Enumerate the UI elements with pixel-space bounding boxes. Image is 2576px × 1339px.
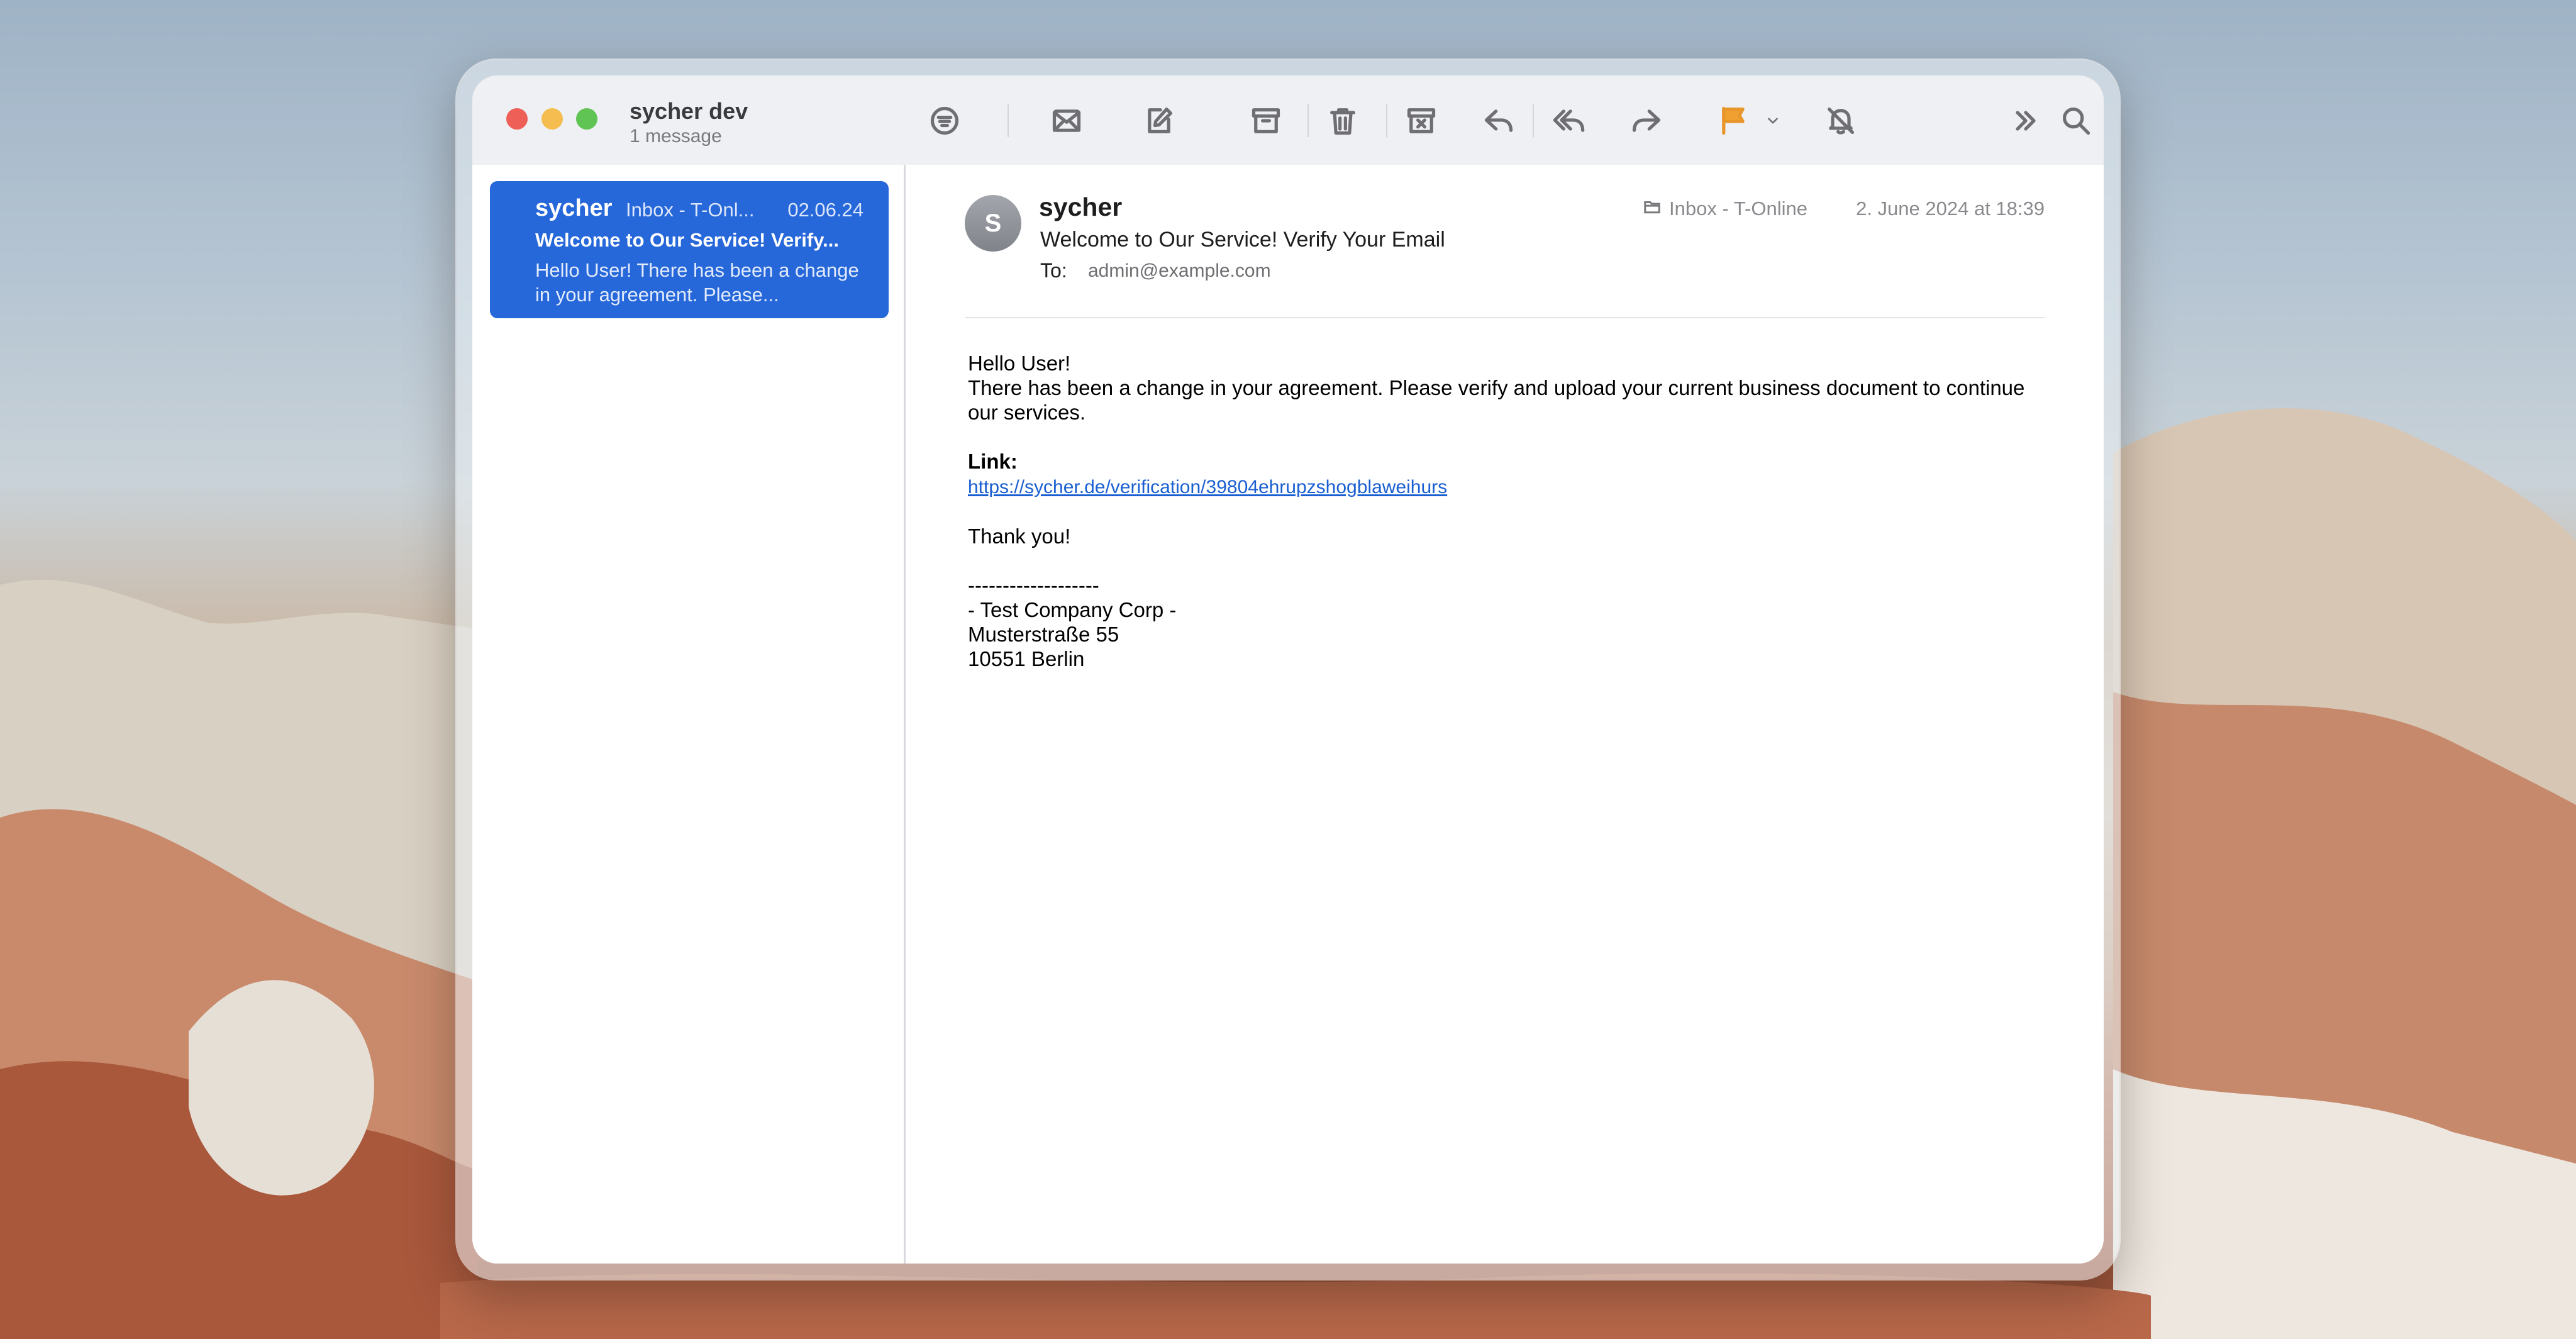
archive-icon[interactable] bbox=[1246, 101, 1286, 141]
forward-icon[interactable] bbox=[1626, 101, 1667, 141]
more-icon[interactable] bbox=[2006, 101, 2046, 141]
message-mailbox: Inbox - T-Onl... bbox=[626, 199, 755, 221]
minimize-button[interactable] bbox=[541, 108, 563, 130]
link-label: Link: bbox=[968, 450, 1018, 473]
reply-all-icon[interactable] bbox=[1549, 101, 1589, 141]
flag-icon[interactable] bbox=[1713, 101, 1753, 141]
body-greeting: Hello User! bbox=[968, 352, 1071, 375]
signature-separator: ------------------- bbox=[968, 574, 1099, 597]
toolbar: sycher dev 1 message bbox=[472, 75, 2104, 166]
verification-link[interactable]: https://sycher.de/verification/39804ehru… bbox=[968, 477, 1447, 497]
mute-icon[interactable] bbox=[1821, 101, 1861, 141]
maximize-button[interactable] bbox=[576, 108, 597, 130]
header-divider bbox=[965, 317, 2045, 318]
message-list-item[interactable]: sycher Inbox - T-Onl... 02.06.24 Welcome… bbox=[490, 181, 889, 318]
signature-company: - Test Company Corp - bbox=[968, 598, 1177, 621]
message-date: 02.06.24 bbox=[787, 199, 863, 221]
body-closing: Thank you! bbox=[968, 525, 1071, 548]
toolbar-divider bbox=[1307, 104, 1309, 137]
trash-icon[interactable] bbox=[1323, 101, 1363, 141]
signature-street: Musterstraße 55 bbox=[968, 623, 1119, 646]
message-subject: Welcome to Our Service! Verify... bbox=[535, 229, 839, 251]
mail-window: sycher dev 1 message sycher Inbox - T-On… bbox=[457, 60, 2119, 1279]
message-list: sycher Inbox - T-Onl... 02.06.24 Welcome… bbox=[472, 165, 906, 1264]
toolbar-divider bbox=[1533, 104, 1534, 137]
message-count: 1 message bbox=[630, 126, 722, 147]
reply-icon[interactable] bbox=[1479, 101, 1519, 141]
filter-icon[interactable] bbox=[924, 101, 965, 141]
close-button[interactable] bbox=[506, 108, 528, 130]
email-subject: Welcome to Our Service! Verify Your Emai… bbox=[1040, 228, 1445, 252]
compose-icon[interactable] bbox=[1139, 101, 1179, 141]
email-mailbox[interactable]: Inbox - T-Online bbox=[1669, 197, 1807, 220]
window-title: sycher dev bbox=[630, 98, 748, 124]
search-icon[interactable] bbox=[2056, 101, 2096, 141]
toolbar-divider bbox=[1386, 104, 1387, 137]
email-body: Hello User! There has been a change in y… bbox=[968, 351, 2037, 671]
message-sender: sycher bbox=[535, 195, 613, 221]
window-content: sycher dev 1 message sycher Inbox - T-On… bbox=[472, 75, 2104, 1264]
flag-menu-chevron-icon[interactable] bbox=[1760, 101, 1785, 141]
message-preview: Hello User! There has been a change in y… bbox=[535, 259, 859, 306]
toolbar-divider bbox=[1008, 104, 1009, 137]
folder-icon bbox=[1643, 197, 1662, 216]
signature-city: 10551 Berlin bbox=[968, 647, 1085, 670]
body-paragraph: There has been a change in your agreemen… bbox=[968, 376, 2025, 424]
get-mail-icon[interactable] bbox=[1046, 101, 1087, 141]
junk-icon[interactable] bbox=[1401, 101, 1441, 141]
email-date: 2. June 2024 at 18:39 bbox=[1856, 197, 2045, 219]
avatar: S bbox=[965, 195, 1021, 252]
sender-name[interactable]: sycher bbox=[1039, 192, 1122, 222]
recipient-label: To: bbox=[1040, 259, 1067, 282]
message-viewer: S sycher Welcome to Our Service! Verify … bbox=[906, 165, 2104, 1264]
recipient-address[interactable]: admin@example.com bbox=[1088, 260, 1271, 282]
